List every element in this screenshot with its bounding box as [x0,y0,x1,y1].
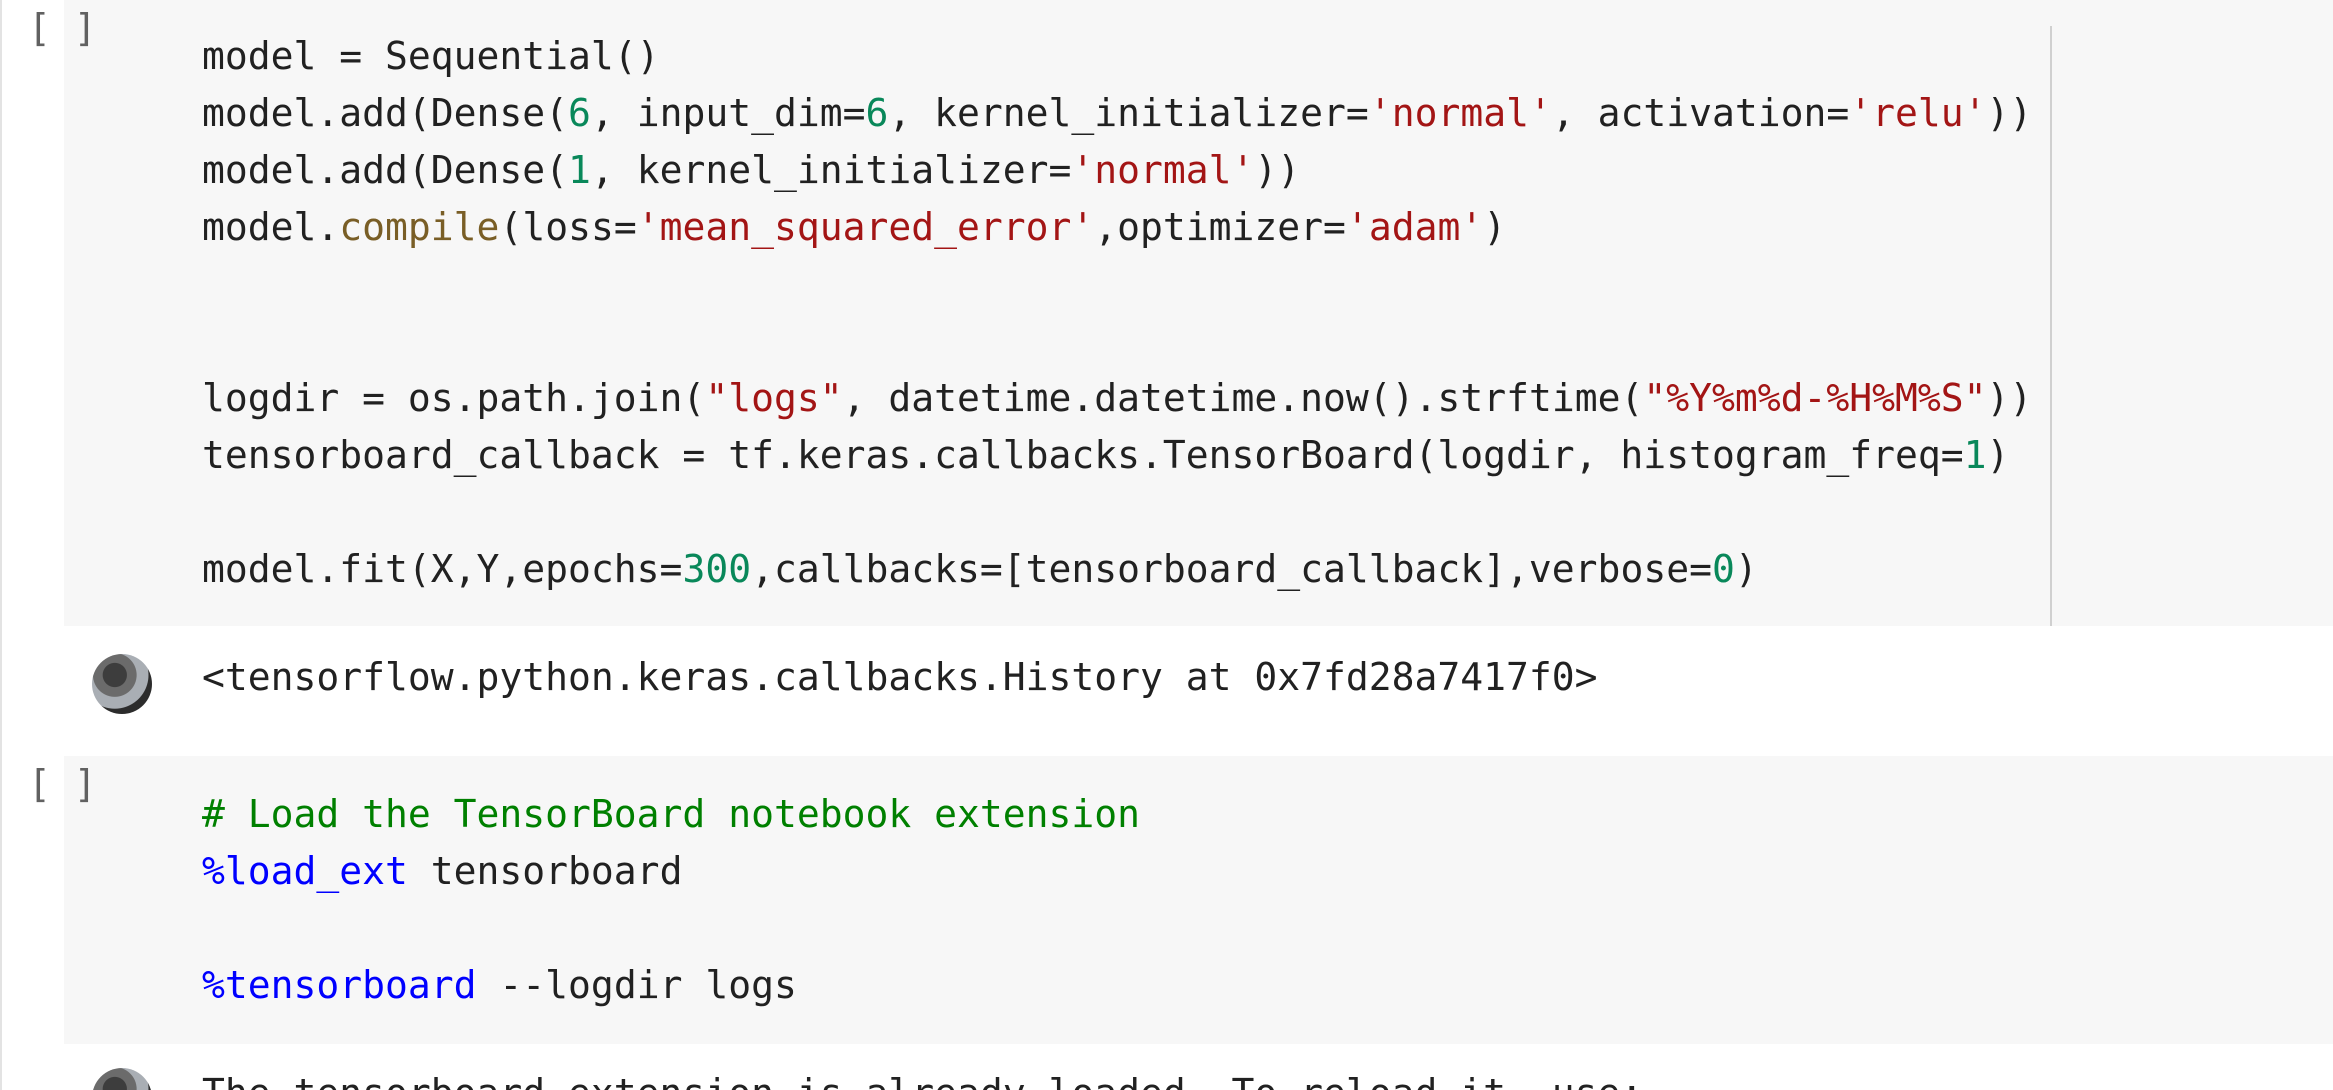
code-token-default: model. [202,205,340,249]
code-token-default: tensorboard_callback = tf.keras.callback… [202,433,1964,477]
code-token-default: (loss= [499,205,637,249]
code-token-default: )) [1986,91,2033,135]
code-token-default: --logdir logs [476,963,797,1007]
code-editor-2[interactable]: # Load the TensorBoard notebook extensio… [202,786,1140,1014]
code-token-string: 'relu' [1849,91,1987,135]
code-token-string: 'adam' [1345,205,1484,249]
code-token-number: 300 [682,547,752,591]
code-line: model.add(Dense(6, input_dim=6, kernel_i… [202,85,2032,142]
code-token-default: ) [1734,547,1758,591]
code-token-number: 1 [568,148,591,192]
code-line: model.compile(loss='mean_squared_error',… [202,199,2032,256]
code-token-default: logdir = os.path.join( [202,376,706,420]
code-line-ruler [2050,26,2052,626]
code-token-default: ,optimizer= [1094,205,1346,249]
notebook-left-rule [0,0,2,1090]
code-line: %load_ext tensorboard [202,843,1140,900]
code-token-magic: %load_ext [202,849,408,893]
code-token-number: 6 [865,91,889,135]
code-token-string: "logs" [705,376,843,420]
code-token-default: , kernel_initializer= [888,91,1369,135]
code-line: model = Sequential() [202,28,2032,85]
code-token-string: 'mean_squared_error' [636,205,1095,249]
code-token-number: 0 [1711,547,1735,591]
code-token-default: , input_dim= [590,91,866,135]
code-token-magic: %tensorboard [202,963,477,1007]
code-token-default: model.add(Dense( [202,148,569,192]
cell-output-1: <tensorflow.python.keras.callbacks.Histo… [202,655,1598,699]
code-editor-1[interactable]: model = Sequential() model.add(Dense(6, i… [202,28,2032,598]
code-token-default: ,callbacks=[tensorboard_callback],verbos… [751,547,1712,591]
code-token-string: 'normal' [1071,148,1255,192]
code-token-number: 1 [1963,433,1987,477]
run-cell-button-2[interactable]: [ ] [28,756,98,1044]
code-token-default: )) [1254,148,1301,192]
code-token-default: model.add(Dense( [202,91,569,135]
code-token-default: , kernel_initializer= [590,148,1072,192]
code-line: %tensorboard --logdir logs [202,957,1140,1014]
code-line: tensorboard_callback = tf.keras.callback… [202,427,2032,484]
code-token-number: 6 [568,91,591,135]
code-line: # Load the TensorBoard notebook extensio… [202,786,1140,843]
code-token-default: tensorboard [407,849,683,893]
code-token-default: )) [1986,376,2033,420]
code-token-default: , activation= [1551,91,1850,135]
code-token-default: model.fit(X,Y,epochs= [202,547,683,591]
output-avatar-icon-2 [92,1068,152,1090]
cell-output-2: The tensorboard extension is already loa… [202,1065,1643,1090]
code-line: logdir = os.path.join("logs", datetime.d… [202,370,2032,427]
code-token-comment: # Load the TensorBoard notebook extensio… [202,792,1140,836]
code-line: model.add(Dense(1, kernel_initializer='n… [202,142,2032,199]
code-token-string: "%Y%m%d-%H%M%S" [1643,376,1987,420]
code-token-builtin: compile [339,205,500,249]
code-token-default: ) [1483,205,1507,249]
run-cell-button-1[interactable]: [ ] [28,0,98,626]
code-line: model.fit(X,Y,epochs=300,callbacks=[tens… [202,541,2032,598]
output-avatar-icon-1 [92,654,152,714]
code-token-default: model = Sequential() [202,34,660,78]
code-token-default: , datetime.datetime.now().strftime( [842,376,1644,420]
code-token-default: ) [1986,433,2010,477]
code-token-string: 'normal' [1368,91,1552,135]
